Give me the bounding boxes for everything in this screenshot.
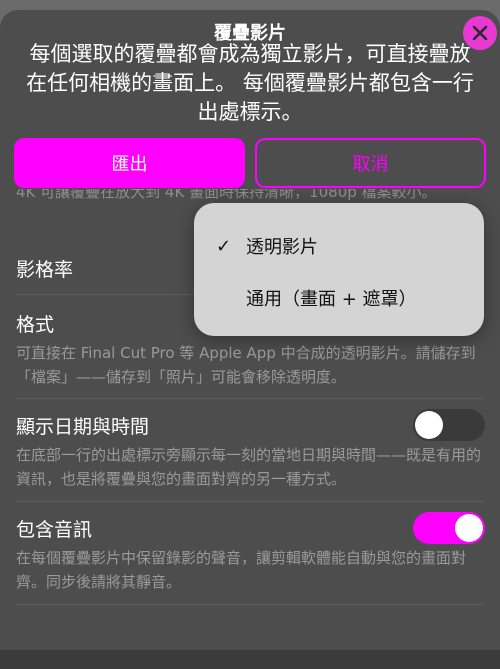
divider xyxy=(16,501,484,502)
checkmark-icon: ✓ xyxy=(216,235,232,257)
bottom-edge xyxy=(0,650,500,669)
resolution-note-text: 4K 可讓覆疊在放大到 4K 畫面時保持清晰，1080p 檔案較小。 xyxy=(16,189,437,201)
audio-label: 包含音訊 xyxy=(16,519,93,541)
datetime-label: 顯示日期與時間 xyxy=(16,416,150,438)
frame-rate-label[interactable]: 影格率 xyxy=(16,255,73,282)
export-button[interactable]: 匯出 xyxy=(14,138,245,188)
sheet-description: 每個選取的覆疊都會成為獨立影片，可直接疊放在任何相機的畫面上。 每個覆疊影片都包… xyxy=(26,42,474,124)
toggle-knob xyxy=(455,514,483,542)
format-option-label: 通用（畫面 + 遮罩） xyxy=(246,289,417,310)
format-note: 可直接在 Final Cut Pro 等 Apple App 中合成的透明影片。… xyxy=(16,344,476,386)
datetime-note: 在底部一行的出處標示旁顯示每一刻的當地日期與時間——既是有用的資訊，也是將覆疊與… xyxy=(16,446,482,488)
datetime-toggle[interactable] xyxy=(413,409,485,441)
divider xyxy=(16,604,484,605)
format-label[interactable]: 格式 xyxy=(16,310,54,337)
divider xyxy=(16,398,484,399)
audio-toggle[interactable] xyxy=(413,512,485,544)
format-menu: ✓ 透明影片 通用（畫面 + 遮罩） xyxy=(194,203,484,336)
format-option-label: 透明影片 xyxy=(246,237,318,258)
toggle-knob xyxy=(415,411,443,439)
format-option-universal[interactable]: 通用（畫面 + 遮罩） xyxy=(194,273,484,323)
audio-note: 在每個覆疊影片中保留錄影的聲音，讓剪輯軟體能自動與您的畫面對齊。同步後請將其靜音… xyxy=(16,549,467,591)
format-option-transparent[interactable]: ✓ 透明影片 xyxy=(194,221,484,271)
cancel-button[interactable]: 取消 xyxy=(255,138,486,188)
